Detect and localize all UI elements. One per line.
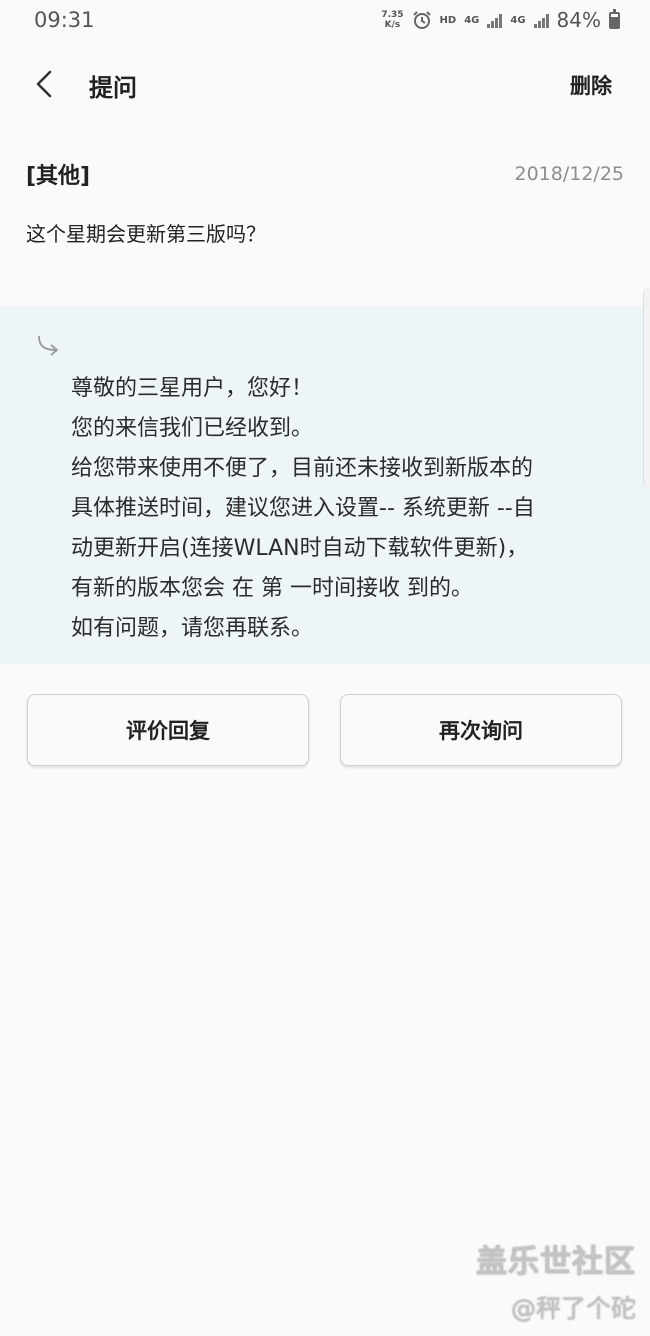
question-section: [其他] 2018/12/25 这个星期会更新第三版吗？ [0, 126, 650, 306]
reply-line: 具体推送时间，建议您进入设置-- 系统更新 --自 [71, 496, 535, 521]
reply-line: 动更新开启(连接WLAN时自动下载软件更新)， [71, 536, 529, 561]
question-category: [其他] [26, 164, 91, 189]
signal-icon [487, 12, 503, 28]
network-type-2: 4G [510, 14, 526, 26]
watermark-user: @秤了个砣 [510, 1294, 636, 1323]
network-speed: 7.35 K/s [381, 10, 403, 30]
battery-percent: 84% [556, 8, 601, 32]
reply-line: 有新的版本您会 在 第 一时间接收 到的。 [71, 576, 473, 601]
reply-line: 给您带来使用不便了，目前还未接收到新版本的 [71, 456, 534, 481]
status-bar: 09:31 7.35 K/s HD 4G 4G 84% [0, 0, 650, 40]
status-time: 09:31 [34, 8, 95, 32]
question-text: 这个星期会更新第三版吗？ [26, 222, 266, 246]
rate-reply-button[interactable]: 评价回复 [27, 694, 309, 766]
alarm-icon [412, 11, 431, 29]
reply-message: 尊敬的三星用户，您好！ 您的来信我们已经收到。 给您带来使用不便了，目前还未接收… [71, 369, 535, 649]
signal-icon-2 [533, 12, 549, 28]
watermark-title: 盖乐世社区 [476, 1244, 636, 1280]
network-speed-unit: K/s [384, 20, 401, 30]
battery-icon [609, 8, 620, 29]
delete-button[interactable]: 删除 [570, 70, 612, 100]
reply-line: 您的来信我们已经收到。 [71, 416, 314, 441]
page-title: 提问 [89, 74, 137, 102]
question-date: 2018/12/25 [514, 163, 624, 185]
reply-section: 尊敬的三星用户，您好！ 您的来信我们已经收到。 给您带来使用不便了，目前还未接收… [0, 306, 650, 664]
network-speed-value: 7.35 [381, 10, 404, 20]
watermark: 盖乐世社区 @秤了个砣 [476, 1236, 636, 1325]
hd-label: HD [439, 14, 457, 26]
status-icons: 7.35 K/s HD 4G 4G 84% [381, 8, 620, 32]
reply-arrow-icon [38, 335, 59, 356]
back-button[interactable] [26, 64, 62, 104]
app-bar: 提问 删除 [0, 44, 650, 127]
reply-line: 尊敬的三星用户，您好！ [71, 376, 314, 401]
ask-again-button[interactable]: 再次询问 [340, 694, 622, 766]
chevron-left-icon [36, 70, 52, 98]
network-type-1: 4G [464, 14, 480, 26]
edge-panel-handle[interactable] [643, 288, 650, 488]
reply-line: 如有问题，请您再联系。 [71, 616, 314, 641]
